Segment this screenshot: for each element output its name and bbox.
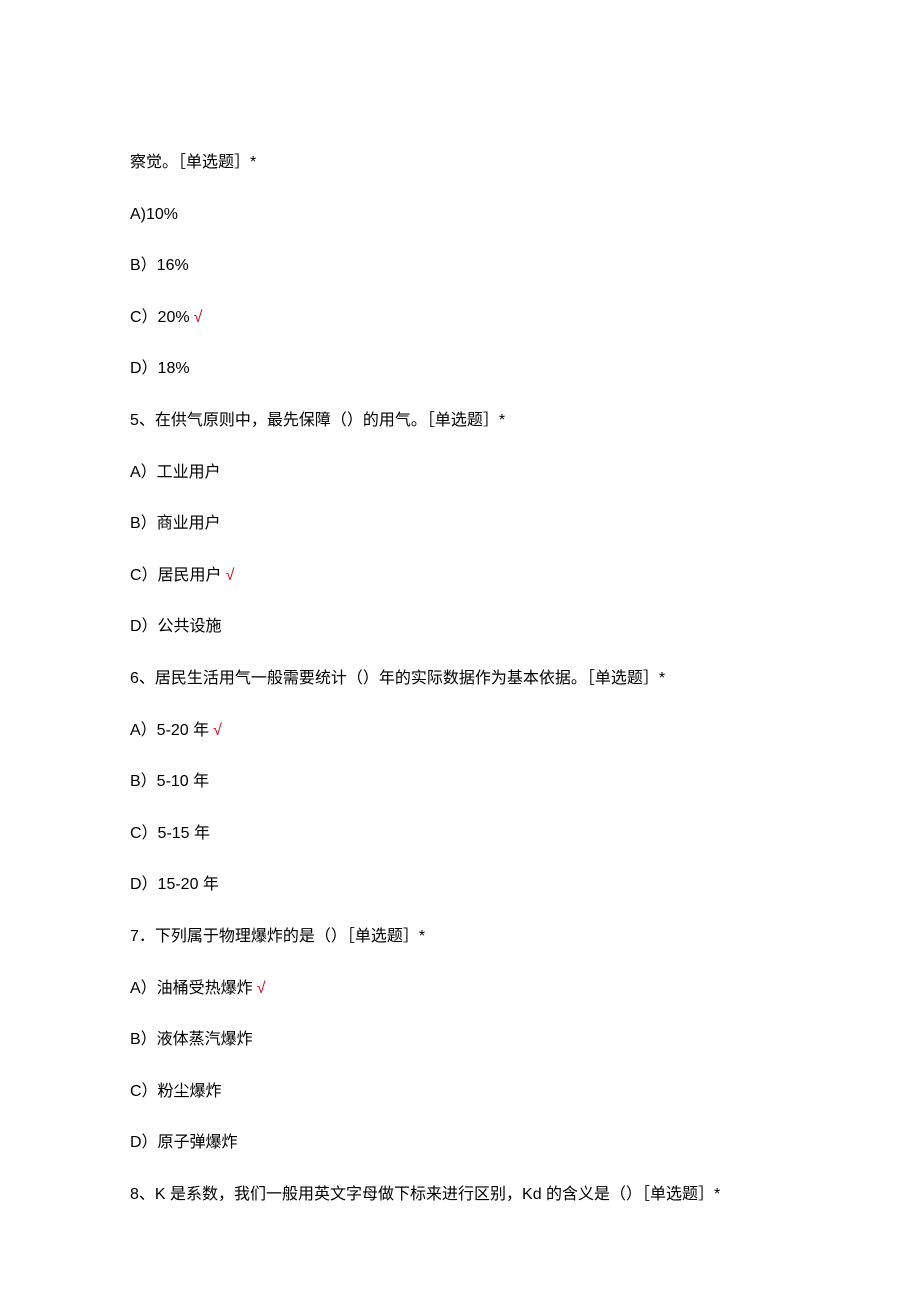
option: B）液体蒸汽爆炸 xyxy=(130,1027,790,1053)
option: A）5-20 年√ xyxy=(130,718,790,744)
option: B）5-10 年 xyxy=(130,769,790,795)
option: A）油桶受热爆炸√ xyxy=(130,976,790,1002)
option-label: A)10% xyxy=(130,206,178,223)
option-label: A）工业用户 xyxy=(130,464,221,481)
option: A)10% xyxy=(130,202,790,228)
option-label: D）公共设施 xyxy=(130,618,222,635)
correct-mark-icon: √ xyxy=(213,722,222,739)
option: B）16% xyxy=(130,253,790,279)
question-stem: 8、K 是系数，我们一般用英文字母做下标来进行区别，Kd 的含义是（）［单选题］… xyxy=(130,1182,790,1208)
question-fragment-trailing: 察觉。［单选题］* xyxy=(130,150,790,176)
option-label: C）居民用户 xyxy=(130,567,222,584)
correct-mark-icon: √ xyxy=(194,309,203,326)
option-label: A）5-20 年 xyxy=(130,722,209,739)
question-stem: 5、在供气原则中，最先保障（）的用气。［单选题］* xyxy=(130,408,790,434)
option-label: A）油桶受热爆炸 xyxy=(130,980,253,997)
option: C）居民用户√ xyxy=(130,563,790,589)
option-label: D）原子弹爆炸 xyxy=(130,1134,238,1151)
option: A）工业用户 xyxy=(130,460,790,486)
option: C）5-15 年 xyxy=(130,821,790,847)
question-stem: 7．下列属于物理爆炸的是（）［单选题］* xyxy=(130,924,790,950)
option: B）商业用户 xyxy=(130,511,790,537)
option-label: C）20% xyxy=(130,309,190,326)
option-label: D）15-20 年 xyxy=(130,876,219,893)
option-label: B）商业用户 xyxy=(130,515,221,532)
option-label: B）5-10 年 xyxy=(130,773,209,790)
option: C）20%√ xyxy=(130,305,790,331)
option: D）公共设施 xyxy=(130,614,790,640)
option-label: C）5-15 年 xyxy=(130,825,210,842)
option: C）粉尘爆炸 xyxy=(130,1079,790,1105)
option-label: B）16% xyxy=(130,257,189,274)
option: D）15-20 年 xyxy=(130,872,790,898)
option: D）18% xyxy=(130,356,790,382)
correct-mark-icon: √ xyxy=(257,980,266,997)
option: D）原子弹爆炸 xyxy=(130,1130,790,1156)
correct-mark-icon: √ xyxy=(226,567,235,584)
option-label: B）液体蒸汽爆炸 xyxy=(130,1031,253,1048)
option-label: D）18% xyxy=(130,360,190,377)
document-page: 察觉。［单选题］* A)10% B）16% C）20%√ D）18% 5、在供气… xyxy=(0,0,920,1293)
option-label: C）粉尘爆炸 xyxy=(130,1083,222,1100)
question-stem: 6、居民生活用气一般需要统计（）年的实际数据作为基本依据。［单选题］* xyxy=(130,666,790,692)
